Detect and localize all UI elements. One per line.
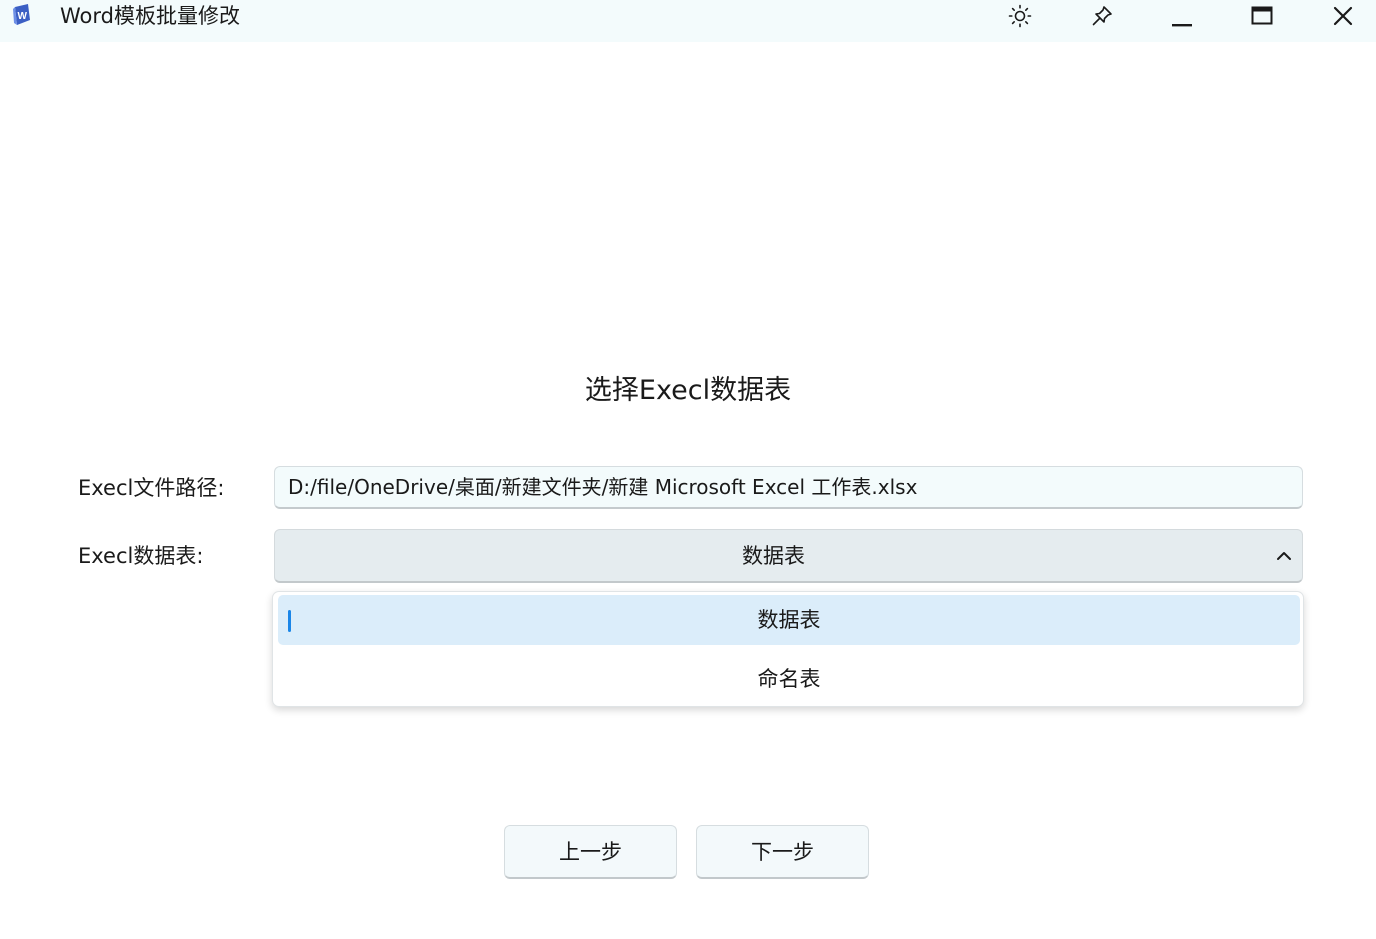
sun-icon [1008,4,1032,28]
pin-window-button[interactable] [1072,0,1132,32]
close-button[interactable] [1313,0,1373,32]
chevron-up-icon [1275,547,1293,565]
title-bar[interactable]: W Word模板批量修改 [0,0,1376,42]
excel-path-label: Execl文件路径: [78,476,225,500]
theme-toggle-button[interactable] [990,0,1050,32]
maximize-button[interactable] [1232,0,1292,32]
close-icon [1332,5,1354,27]
selection-indicator [288,610,291,632]
next-step-button[interactable]: 下一步 [696,825,869,879]
pin-icon [1091,5,1113,27]
excel-sheet-combobox[interactable]: 数据表 [274,529,1303,583]
dropdown-option-label: 命名表 [757,667,821,691]
svg-text:W: W [18,11,28,22]
sheet-dropdown-list: 数据表 命名表 [272,591,1304,707]
dropdown-option-label: 数据表 [757,608,821,632]
minimize-icon [1171,5,1193,27]
excel-path-input[interactable]: D:/file/OneDrive/桌面/新建文件夹/新建 Microsoft E… [274,466,1303,509]
dropdown-option-data-sheet[interactable]: 数据表 [278,595,1300,645]
previous-step-button[interactable]: 上一步 [504,825,677,879]
maximize-icon [1251,5,1273,27]
window-title: Word模板批量修改 [60,4,240,28]
word-app-icon: W [12,4,32,26]
app-window: W Word模板批量修改 选择Execl数据表 Execl文件路径: D:/fi… [0,0,1376,939]
page-title: 选择Execl数据表 [584,375,792,406]
combobox-selected-value: 数据表 [742,544,805,568]
minimize-button[interactable] [1152,0,1212,32]
dropdown-option-named-sheet[interactable]: 命名表 [278,654,1300,704]
excel-sheet-label: Execl数据表: [78,544,204,568]
